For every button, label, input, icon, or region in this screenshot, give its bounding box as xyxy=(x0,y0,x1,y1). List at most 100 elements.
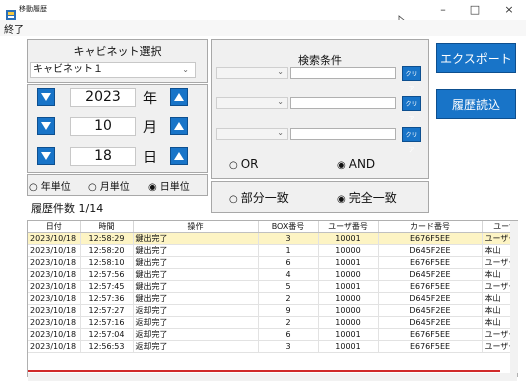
cell-operation: 鍵出完了 xyxy=(133,256,259,269)
day-unit-label: 日 xyxy=(143,150,157,166)
app-icon xyxy=(6,5,16,20)
year-decrement-button[interactable] xyxy=(37,88,55,106)
chevron-down-icon: ⌄ xyxy=(277,128,284,137)
condition-input-3[interactable] xyxy=(290,128,396,140)
month-unit-label: 月 xyxy=(143,120,157,136)
cell-card-number: D645F2EE xyxy=(378,244,483,257)
table-row[interactable]: 2023/10/18 12:57:16 返却完了 2 10000 D645F2E… xyxy=(28,316,517,329)
cell-user-number: 10001 xyxy=(318,328,379,341)
maximize-button[interactable]: □ xyxy=(458,0,492,20)
table-row[interactable]: 2023/10/18 12:57:45 鍵出完了 5 10001 E676F5E… xyxy=(28,280,517,293)
table-row[interactable]: 2023/10/18 12:56:53 返却完了 3 10001 E676F5E… xyxy=(28,340,517,353)
cell-card-number: D645F2EE xyxy=(378,316,483,329)
vertical-scrollbar[interactable] xyxy=(510,221,518,373)
search-title: 検索条件 xyxy=(298,54,342,67)
cell-operation: 鍵出完了 xyxy=(133,232,259,245)
radio-empty-icon: ○ xyxy=(29,182,38,193)
cell-user-number: 10001 xyxy=(318,340,379,353)
triangle-up-icon xyxy=(174,152,184,160)
close-button[interactable]: × xyxy=(492,0,526,20)
minimize-button[interactable]: – xyxy=(426,0,460,20)
column-header-date[interactable]: 日付 xyxy=(28,221,81,233)
radio-selected-icon: ◉ xyxy=(148,182,157,193)
cell-user-number: 10001 xyxy=(318,256,379,269)
cell-date: 2023/10/18 xyxy=(28,280,81,293)
cell-date: 2023/10/18 xyxy=(28,256,81,269)
load-history-button[interactable]: 履歴読込 xyxy=(436,89,516,119)
cell-box: 5 xyxy=(258,280,319,293)
triangle-up-icon xyxy=(174,93,184,101)
condition-input-2[interactable] xyxy=(290,97,396,109)
radio-selected-icon: ◉ xyxy=(337,160,346,171)
day-increment-button[interactable] xyxy=(170,147,188,165)
row-marker-line xyxy=(28,370,500,372)
radio-exact-match[interactable]: ◉ 完全一致 xyxy=(337,189,397,206)
chevron-down-icon: ⌄ xyxy=(277,97,284,106)
radio-partial-match[interactable]: ○ 部分一致 xyxy=(229,189,289,206)
history-table[interactable]: 日付 時間 操作 BOX番号 ユーザ番号 カード番号 ユーザ 2023/10/1… xyxy=(27,220,518,377)
radio-empty-icon: ○ xyxy=(229,194,238,205)
condition-field-select-1[interactable]: ⌄ xyxy=(216,67,288,79)
cell-time: 12:58:29 xyxy=(80,232,134,245)
cell-user-number: 10001 xyxy=(318,280,379,293)
cabinet-selected-value: キャビネット１ xyxy=(33,64,103,75)
year-value[interactable]: 2023 xyxy=(70,88,136,107)
cell-time: 12:58:10 xyxy=(80,256,134,269)
cell-time: 12:58:20 xyxy=(80,244,134,257)
month-value[interactable]: 10 xyxy=(70,117,136,136)
chevron-down-icon: ⌄ xyxy=(182,65,189,74)
cabinet-select[interactable]: キャビネット１ ⌄ xyxy=(30,62,196,78)
table-row[interactable]: 2023/10/18 12:58:20 鍵出完了 1 10000 D645F2E… xyxy=(28,244,517,257)
table-row[interactable]: 2023/10/18 12:57:36 鍵出完了 2 10000 D645F2E… xyxy=(28,292,517,305)
horizontal-scrollbar[interactable] xyxy=(28,373,517,381)
cell-user-number: 10000 xyxy=(318,304,379,317)
cell-date: 2023/10/18 xyxy=(28,340,81,353)
month-decrement-button[interactable] xyxy=(37,117,55,135)
cell-time: 12:57:27 xyxy=(80,304,134,317)
column-header-operation[interactable]: 操作 xyxy=(133,221,259,233)
cell-operation: 鍵出完了 xyxy=(133,244,259,257)
cell-user-number: 10000 xyxy=(318,316,379,329)
condition-input-1[interactable] xyxy=(290,67,396,79)
cell-box: 3 xyxy=(258,340,319,353)
radio-month-unit[interactable]: ○ 月単位 xyxy=(88,178,130,193)
radio-or[interactable]: ○ OR xyxy=(229,157,259,171)
cell-user-number: 10001 xyxy=(318,232,379,245)
day-decrement-button[interactable] xyxy=(37,147,55,165)
cell-box: 6 xyxy=(258,328,319,341)
year-increment-button[interactable] xyxy=(170,88,188,106)
window-title: 移動履歴 xyxy=(19,5,47,13)
table-row[interactable]: 2023/10/18 12:57:56 鍵出完了 4 10000 D645F2E… xyxy=(28,268,517,281)
clear-button-2[interactable]: クリア xyxy=(402,96,421,123)
day-value[interactable]: 18 xyxy=(70,147,136,166)
column-header-box[interactable]: BOX番号 xyxy=(258,221,319,233)
cell-date: 2023/10/18 xyxy=(28,268,81,281)
export-button[interactable]: エクスポート xyxy=(436,43,516,73)
clear-button-1[interactable]: クリア xyxy=(402,66,421,93)
radio-day-unit[interactable]: ◉ 日単位 xyxy=(148,178,190,193)
column-header-user-number[interactable]: ユーザ番号 xyxy=(318,221,379,233)
cell-date: 2023/10/18 xyxy=(28,292,81,305)
table-row[interactable]: 2023/10/18 12:57:04 返却完了 6 10001 E676F5E… xyxy=(28,328,517,341)
cell-box: 6 xyxy=(258,256,319,269)
column-header-card-number[interactable]: カード番号 xyxy=(378,221,483,233)
cell-time: 12:57:04 xyxy=(80,328,134,341)
radio-year-unit[interactable]: ○ 年単位 xyxy=(29,178,71,193)
table-row[interactable]: 2023/10/18 12:58:10 鍵出完了 6 10001 E676F5E… xyxy=(28,256,517,269)
cabinet-title: キャビネット選択 xyxy=(73,45,162,58)
table-row[interactable]: 2023/10/18 12:57:27 返却完了 9 10000 D645F2E… xyxy=(28,304,517,317)
condition-field-select-2[interactable]: ⌄ xyxy=(216,97,288,109)
cell-date: 2023/10/18 xyxy=(28,304,81,317)
clear-button-3[interactable]: クリア xyxy=(402,127,421,154)
radio-and[interactable]: ◉ AND xyxy=(337,157,375,171)
cell-time: 12:57:36 xyxy=(80,292,134,305)
menu-exit[interactable]: 終了 xyxy=(4,21,24,36)
cell-box: 9 xyxy=(258,304,319,317)
condition-field-select-3[interactable]: ⌄ xyxy=(216,128,288,140)
cell-card-number: E676F5EE xyxy=(378,340,483,353)
triangle-down-icon xyxy=(41,152,51,160)
cell-operation: 鍵出完了 xyxy=(133,292,259,305)
table-row[interactable]: 2023/10/18 12:58:29 鍵出完了 3 10001 E676F5E… xyxy=(28,232,517,245)
month-increment-button[interactable] xyxy=(170,117,188,135)
column-header-time[interactable]: 時間 xyxy=(80,221,134,233)
